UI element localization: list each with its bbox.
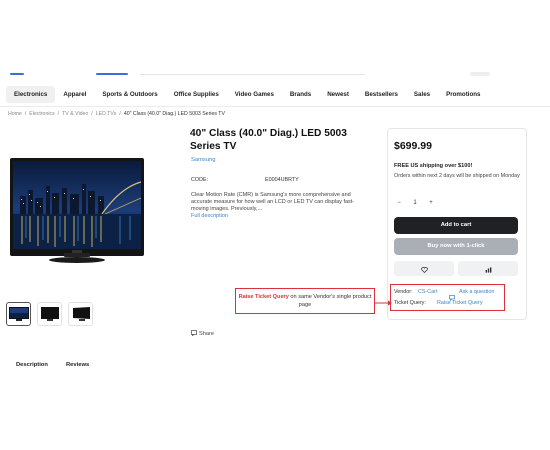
product-short-description: Clear Motion Rate (CMR) is Samsung's mor… bbox=[191, 192, 355, 213]
buy-now-button[interactable]: Buy now with 1-click bbox=[394, 238, 518, 255]
breadcrumb: Home / Electronics / TV & Video / LED TV… bbox=[8, 111, 225, 117]
top-header-remnant bbox=[0, 66, 550, 80]
nav-item-brands[interactable]: Brands bbox=[282, 86, 319, 103]
annotation-callout: Raise Ticket Query on same Vendor's sing… bbox=[235, 288, 375, 314]
share-button[interactable]: Share bbox=[191, 330, 214, 338]
wishlist-button[interactable] bbox=[394, 261, 454, 276]
tab-reviews[interactable]: Reviews bbox=[66, 362, 89, 368]
nav-item-apparel[interactable]: Apparel bbox=[55, 86, 94, 103]
thumbnail-1[interactable] bbox=[6, 302, 31, 326]
nav-divider bbox=[0, 106, 550, 107]
nav-item-sports-outdoors[interactable]: Sports & Outdoors bbox=[94, 86, 165, 103]
breadcrumb-separator: / bbox=[57, 111, 60, 117]
breadcrumb-home[interactable]: Home bbox=[8, 111, 22, 117]
vendor-label: Vendor: bbox=[394, 289, 413, 295]
breadcrumb-separator: / bbox=[119, 111, 121, 117]
nav-item-sales[interactable]: Sales bbox=[406, 86, 438, 103]
quantity-increase-button[interactable]: + bbox=[426, 200, 436, 206]
vendor-link[interactable]: CS-Cart bbox=[418, 289, 437, 295]
quantity-value[interactable]: 1 bbox=[410, 200, 420, 206]
product-title: 40" Class (40.0" Diag.) LED 5003 Series … bbox=[190, 128, 347, 152]
header-pill bbox=[470, 72, 490, 76]
header-accent-mark bbox=[10, 73, 24, 75]
product-code-value: E0004UBRTY bbox=[265, 177, 299, 183]
thumbnail-2[interactable] bbox=[37, 302, 62, 326]
ticket-query-label: Ticket Query: bbox=[394, 300, 426, 306]
category-nav: Electronics Apparel Sports & Outdoors Of… bbox=[6, 86, 488, 103]
callout-text: on same Vendor's single product page bbox=[288, 294, 372, 308]
nav-item-office-supplies[interactable]: Office Supplies bbox=[166, 86, 227, 103]
quantity-decrease-button[interactable]: − bbox=[394, 200, 404, 206]
add-to-cart-button[interactable]: Add to cart bbox=[394, 217, 518, 234]
nav-item-bestsellers[interactable]: Bestsellers bbox=[357, 86, 406, 103]
nav-item-video-games[interactable]: Video Games bbox=[227, 86, 282, 103]
shipping-promo: FREE US shipping over $100! bbox=[394, 163, 473, 169]
nav-item-promotions[interactable]: Promotions bbox=[438, 86, 488, 103]
annotation-arrow-icon bbox=[374, 293, 392, 311]
thumbnail-3[interactable] bbox=[68, 302, 93, 326]
compare-button[interactable] bbox=[458, 261, 518, 276]
shipping-note: Orders within next 2 days will be shippe… bbox=[394, 173, 520, 179]
full-description-link[interactable]: Full description bbox=[191, 213, 228, 219]
callout-highlight: Raise Ticket Query bbox=[238, 294, 289, 300]
thumbnail-strip bbox=[6, 302, 93, 326]
nav-item-newest[interactable]: Newest bbox=[319, 86, 357, 103]
share-icon bbox=[191, 330, 197, 338]
ask-question-link[interactable]: Ask a question bbox=[459, 289, 494, 295]
raise-ticket-query-link[interactable]: Raise Ticket Query bbox=[437, 300, 483, 306]
breadcrumb-current: 40" Class (40.0" Diag.) LED 5003 Series … bbox=[123, 111, 225, 117]
breadcrumb-led-tvs[interactable]: LED TVs bbox=[96, 111, 117, 117]
breadcrumb-electronics[interactable]: Electronics bbox=[29, 111, 54, 117]
breadcrumb-tv-video[interactable]: TV & Video bbox=[62, 111, 88, 117]
breadcrumb-separator: / bbox=[91, 111, 93, 117]
product-brand-link[interactable]: Samsung bbox=[191, 157, 216, 163]
nav-item-electronics[interactable]: Electronics bbox=[6, 86, 56, 103]
compare-icon bbox=[485, 260, 492, 278]
breadcrumb-separator: / bbox=[24, 111, 27, 117]
product-code-label: CODE: bbox=[191, 177, 209, 183]
product-price: $699.99 bbox=[394, 140, 432, 152]
header-search-line bbox=[140, 74, 365, 75]
heart-icon bbox=[420, 260, 428, 278]
share-label: Share bbox=[199, 331, 214, 337]
product-main-image[interactable] bbox=[10, 158, 144, 268]
quantity-stepper: − 1 + bbox=[394, 196, 436, 209]
header-accent-underline bbox=[96, 73, 128, 75]
tab-description[interactable]: Description bbox=[16, 362, 48, 368]
